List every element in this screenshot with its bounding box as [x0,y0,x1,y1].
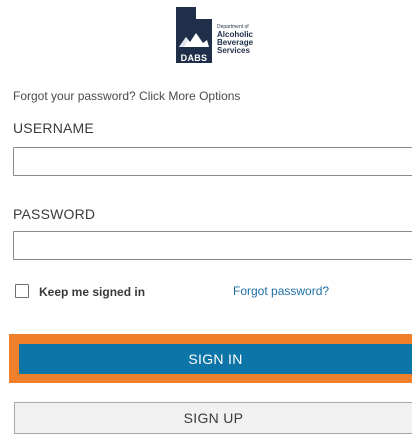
password-label: PASSWORD [13,206,96,222]
keep-signed-in-label[interactable]: Keep me signed in [39,285,145,299]
logo-line-services: Services [217,46,250,55]
logo-acronym: DABS [180,53,208,63]
sign-in-button[interactable]: SIGN IN [19,344,412,374]
password-input[interactable] [13,231,412,260]
forgot-password-link[interactable]: Forgot password? [233,284,329,298]
dabs-logo: DABS Department of Alcoholic Beverage Se… [176,7,258,69]
keep-signed-in-checkbox[interactable] [15,284,29,298]
username-label: USERNAME [13,120,94,136]
username-input[interactable] [13,147,412,176]
forgot-password-hint: Forgot your password? Click More Options [13,89,241,103]
logo-wordmark: Department of Alcoholic Beverage Service… [217,24,261,55]
sign-up-button[interactable]: SIGN UP [14,402,412,434]
